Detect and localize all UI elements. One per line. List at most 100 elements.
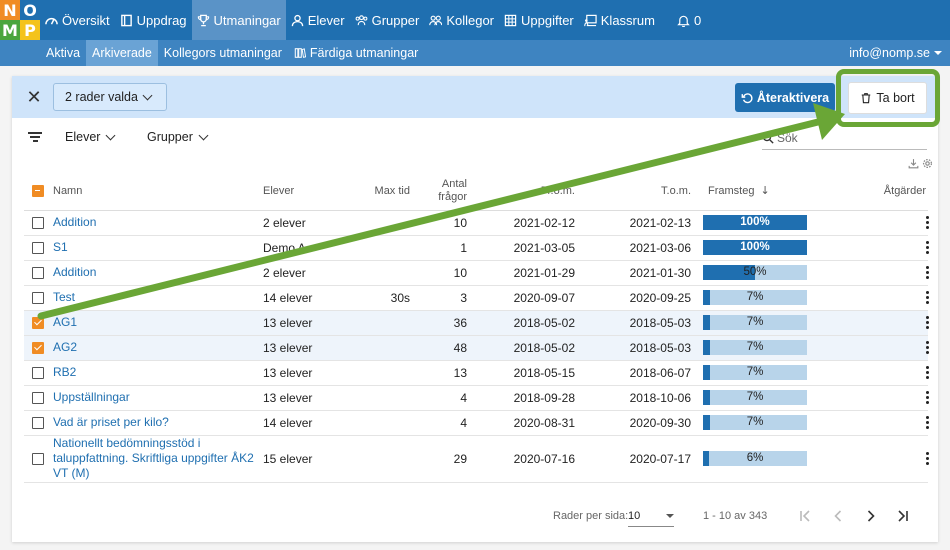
row-checkbox[interactable]	[32, 317, 44, 330]
actions-cell	[812, 310, 930, 336]
actions-cell	[812, 285, 930, 311]
challenge-name-link[interactable]: RB2	[53, 365, 76, 379]
more-options-icon[interactable]	[926, 366, 930, 379]
groups-filter-dropdown[interactable]: Grupper	[147, 130, 209, 144]
column-header-from[interactable]: Fr.o.m.	[467, 172, 583, 211]
row-checkbox[interactable]	[32, 367, 44, 380]
gear-icon[interactable]	[922, 158, 933, 169]
row-checkbox[interactable]	[32, 217, 44, 230]
from-date-cell: 2018-05-15	[467, 360, 583, 386]
row-checkbox[interactable]	[32, 342, 44, 355]
challenge-name-link[interactable]: AG2	[53, 340, 77, 354]
download-icon[interactable]	[908, 158, 919, 169]
column-header-max-time[interactable]: Max tid	[361, 172, 410, 211]
max-time-cell	[361, 310, 410, 336]
selection-dropdown[interactable]: 2 rader valda	[53, 83, 167, 111]
row-checkbox[interactable]	[32, 392, 44, 405]
progress-bar: 100%	[703, 215, 807, 230]
progress-bar: 7%	[703, 365, 807, 380]
close-icon[interactable]: ✕	[24, 87, 44, 108]
reactivate-button[interactable]: Återaktivera	[735, 83, 835, 112]
progress-cell: 7%	[698, 360, 812, 386]
progress-cell: 7%	[698, 310, 812, 336]
filter-icon[interactable]	[28, 132, 42, 142]
subnav-item-aktiva[interactable]: Aktiva	[40, 40, 86, 66]
more-options-icon[interactable]	[926, 416, 930, 429]
row-checkbox[interactable]	[32, 242, 44, 255]
rows-per-page-select[interactable]: 10	[628, 505, 674, 527]
column-header-students[interactable]: Elever	[263, 172, 361, 211]
students-filter-dropdown[interactable]: Elever	[65, 130, 116, 144]
more-options-icon[interactable]	[926, 391, 930, 404]
challenge-name-link[interactable]: Test	[53, 290, 75, 304]
user-menu[interactable]: info@nomp.se	[849, 40, 942, 66]
questions-cell: 3	[410, 285, 467, 311]
column-header-name[interactable]: Namn	[53, 172, 263, 211]
more-options-icon[interactable]	[926, 216, 930, 229]
row-checkbox[interactable]	[32, 453, 44, 466]
table-row[interactable]: RB2 13 elever 13 2018-05-15 2018-06-07 7%	[24, 360, 930, 386]
more-options-icon[interactable]	[926, 316, 930, 329]
arrow-down-icon: ↓	[760, 184, 770, 198]
nav-item-oversikt[interactable]: Översikt	[40, 0, 115, 40]
notifications-button[interactable]: 0	[672, 0, 706, 40]
more-options-icon[interactable]	[926, 452, 930, 465]
table-row[interactable]: Addition 2 elever 10 2021-02-12 2021-02-13 10…	[24, 210, 930, 236]
previous-page-button[interactable]	[828, 506, 848, 526]
students-cell: Demo A	[263, 235, 361, 261]
from-date-cell: 2018-09-28	[467, 385, 583, 411]
challenge-name-link[interactable]: AG1	[53, 315, 77, 329]
subnav-item-fardiga-utmaningar[interactable]: Färdiga utmaningar	[288, 40, 424, 66]
subnav-item-kollegors-utmaningar[interactable]: Kollegors utmaningar	[158, 40, 288, 66]
table-row[interactable]: Vad är priset per kilo? 14 elever 4 2020-08…	[24, 410, 930, 436]
delete-button[interactable]: Ta bort	[848, 82, 927, 114]
challenge-name-link[interactable]: Uppställningar	[53, 390, 130, 404]
nav-item-grupper[interactable]: Grupper	[350, 0, 425, 40]
select-all-checkbox[interactable]	[32, 184, 44, 197]
table-row[interactable]: Nationellt bedömningsstöd i taluppfattni…	[24, 435, 930, 483]
progress-label: 50%	[743, 266, 767, 278]
more-options-icon[interactable]	[926, 266, 930, 279]
nav-item-elever[interactable]: Elever	[286, 0, 350, 40]
column-header-questions[interactable]: Antal frågor	[410, 172, 467, 211]
more-options-icon[interactable]	[926, 291, 930, 304]
nomp-logo[interactable]: N O M P	[0, 0, 40, 40]
row-checkbox[interactable]	[32, 292, 44, 305]
row-checkbox[interactable]	[32, 417, 44, 430]
challenge-name-link[interactable]: Vad är priset per kilo?	[53, 415, 169, 429]
challenge-name-link[interactable]: Addition	[53, 215, 96, 229]
nav-item-uppdrag[interactable]: Uppdrag	[115, 0, 192, 40]
more-options-icon[interactable]	[926, 241, 930, 254]
column-header-to[interactable]: T.o.m.	[583, 172, 698, 211]
table-row[interactable]: S1 Demo A 1 2021-03-05 2021-03-06 100%	[24, 235, 930, 261]
nav-item-klassrum[interactable]: Klassrum	[579, 0, 660, 40]
name-cell: AG2	[53, 335, 263, 361]
progress-label: 7%	[746, 341, 764, 353]
table-row[interactable]: Test 14 elever 30s 3 2020-09-07 2020-09-25 7%	[24, 285, 930, 311]
challenge-name-link[interactable]: Addition	[53, 265, 96, 279]
search-field[interactable]: Sök	[762, 126, 927, 150]
row-checkbox[interactable]	[32, 267, 44, 280]
nav-item-kollegor[interactable]: Kollegor	[424, 0, 499, 40]
questions-cell: 13	[410, 360, 467, 386]
logo-letter-p: P	[20, 20, 40, 40]
first-page-button[interactable]	[795, 506, 815, 526]
table-row[interactable]: AG2 13 elever 48 2018-05-02 2018-05-03 7%	[24, 335, 930, 361]
last-page-button[interactable]	[893, 506, 913, 526]
max-time-cell	[361, 335, 410, 361]
next-page-button[interactable]	[861, 506, 881, 526]
nav-item-utmaningar[interactable]: Utmaningar	[191, 0, 286, 40]
nav-item-uppgifter[interactable]: Uppgifter	[499, 0, 579, 40]
table-row[interactable]: Addition 2 elever 10 2021-01-29 2021-01-30 50…	[24, 260, 930, 286]
challenge-name-link[interactable]: S1	[53, 240, 68, 254]
chalkboard-icon	[583, 14, 597, 26]
more-options-icon[interactable]	[926, 341, 930, 354]
table-row[interactable]: AG1 13 elever 36 2018-05-02 2018-05-03 7%	[24, 310, 930, 336]
search-input[interactable]: Sök	[777, 131, 798, 145]
challenges-card: ✕ 2 rader valda Återaktivera Ta bort Ele…	[12, 69, 940, 542]
table-row[interactable]: Uppställningar 13 elever 4 2018-09-28 2018-1…	[24, 385, 930, 411]
column-header-progress[interactable]: Framsteg ↓	[698, 172, 812, 211]
subnav-item-arkiverade[interactable]: Arkiverade	[86, 40, 158, 66]
from-date-cell: 2020-08-31	[467, 410, 583, 436]
challenge-name-link[interactable]: Nationellt bedömningsstöd i taluppfattni…	[53, 436, 254, 480]
